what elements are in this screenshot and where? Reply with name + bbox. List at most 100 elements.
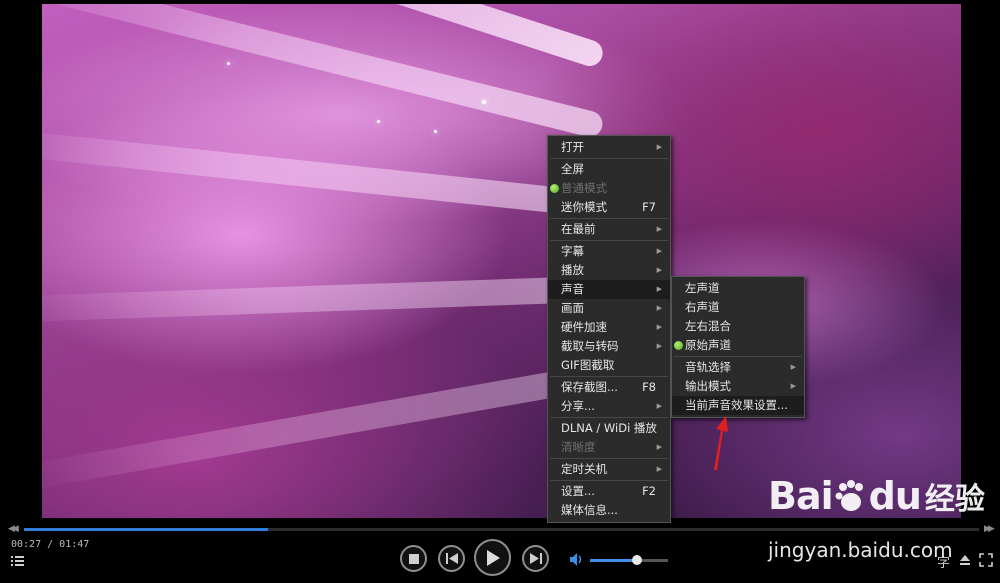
sound-menu-item-左声道[interactable]: 左声道 — [672, 279, 804, 298]
submenu-arrow-icon: ▶ — [656, 342, 662, 350]
submenu-arrow-icon: ▶ — [656, 402, 662, 410]
submenu-arrow-icon: ▶ — [790, 363, 796, 371]
menu-item-dlna-widi-播放[interactable]: DLNA / WiDi 播放 — [548, 419, 670, 438]
sound-menu-item-输出模式[interactable]: 输出模式 ▶ — [672, 377, 804, 396]
submenu-arrow-icon: ▶ — [656, 304, 662, 312]
sound-menu-item-右声道[interactable]: 右声道 — [672, 298, 804, 317]
volume-slider[interactable] — [590, 555, 668, 565]
submenu-arrow-icon: ▶ — [790, 382, 796, 390]
menu-item-播放[interactable]: 播放 ▶ — [548, 261, 670, 280]
progress-fill — [24, 528, 268, 531]
current-time: 00:27 — [11, 539, 42, 550]
menu-item-gif图截取[interactable]: GIF图截取 — [548, 356, 670, 375]
menu-item-label: GIF图截取 — [561, 358, 615, 372]
menu-separator — [550, 158, 668, 159]
menu-separator — [550, 417, 668, 418]
star — [482, 100, 486, 104]
menu-item-定时关机[interactable]: 定时关机 ▶ — [548, 460, 670, 479]
sound-menu-item-原始声道[interactable]: 原始声道 — [672, 336, 804, 355]
menu-item-label: 打开 — [561, 140, 584, 154]
light-ray — [42, 127, 624, 220]
volume-icon[interactable] — [570, 553, 584, 566]
menu-item-label: 字幕 — [561, 244, 584, 258]
menu-item-label: 保存截图... — [561, 380, 618, 394]
eject-icon[interactable] — [959, 554, 971, 566]
previous-icon — [445, 553, 458, 564]
menu-item-截取与转码[interactable]: 截取与转码 ▶ — [548, 337, 670, 356]
stop-icon — [408, 553, 419, 564]
menu-item-label: 分享... — [561, 399, 595, 413]
submenu-arrow-icon: ▶ — [656, 143, 662, 151]
stop-button[interactable] — [400, 545, 427, 572]
menu-item-字幕[interactable]: 字幕 ▶ — [548, 242, 670, 261]
checked-dot-icon — [550, 184, 559, 193]
submenu-arrow-icon: ▶ — [656, 285, 662, 293]
submenu-arrow-icon: ▶ — [656, 225, 662, 233]
menu-item-shortcut: F2 — [642, 484, 656, 498]
volume-fill — [590, 559, 637, 562]
video-area[interactable] — [42, 4, 961, 518]
menu-item-label: 播放 — [561, 263, 584, 277]
time-separator: / — [41, 539, 60, 550]
progress-row: ◀◀ ▶▶ — [0, 522, 1000, 536]
menu-item-媒体信息[interactable]: 媒体信息... — [548, 501, 670, 520]
menu-separator — [550, 218, 668, 219]
menu-item-清晰度: 清晰度 ▶ — [548, 438, 670, 457]
submenu-arrow-icon: ▶ — [656, 465, 662, 473]
menu-item-label: 迷你模式 — [561, 200, 607, 214]
menu-item-保存截图[interactable]: 保存截图... F8 — [548, 378, 670, 397]
menu-item-label: 截取与转码 — [561, 339, 619, 353]
menu-item-迷你模式[interactable]: 迷你模式 F7 — [548, 198, 670, 217]
seek-forward-icon[interactable]: ▶▶ — [984, 524, 995, 534]
menu-item-label: 普通模式 — [561, 181, 607, 195]
menu-item-label: 清晰度 — [561, 440, 596, 454]
star — [377, 120, 380, 123]
submenu-arrow-icon: ▶ — [656, 443, 662, 451]
next-button[interactable] — [522, 545, 549, 572]
seek-back-icon[interactable]: ◀◀ — [8, 524, 19, 534]
previous-button[interactable] — [438, 545, 465, 572]
menu-item-声音[interactable]: 声音 ▶ — [548, 280, 670, 299]
playlist-icon[interactable] — [10, 553, 26, 569]
menu-item-label: 左右混合 — [685, 319, 731, 333]
menu-separator — [674, 356, 802, 357]
menu-item-画面[interactable]: 画面 ▶ — [548, 299, 670, 318]
next-icon — [529, 553, 542, 564]
menu-item-shortcut: F7 — [642, 200, 656, 214]
progress-bar[interactable] — [24, 528, 979, 531]
menu-item-设置[interactable]: 设置... F2 — [548, 482, 670, 501]
menu-item-分享[interactable]: 分享... ▶ — [548, 397, 670, 416]
menu-item-全屏[interactable]: 全屏 — [548, 160, 670, 179]
sound-menu-item-音轨选择[interactable]: 音轨选择 ▶ — [672, 358, 804, 377]
menu-item-label: 在最前 — [561, 222, 596, 236]
submenu-arrow-icon: ▶ — [656, 247, 662, 255]
sound-submenu: 左声道 右声道 左右混合 原始声道 音轨选择 ▶ 输出模式 ▶ 当前声音效果设置... — [671, 276, 805, 418]
menu-item-label: 输出模式 — [685, 379, 731, 393]
menu-separator — [550, 376, 668, 377]
annotation-arrow-icon — [714, 416, 728, 470]
menu-item-label: 全屏 — [561, 162, 584, 176]
menu-item-label: DLNA / WiDi 播放 — [561, 421, 657, 435]
watermark-url: jingyan.baidu.com — [768, 538, 953, 562]
menu-item-shortcut: F8 — [642, 380, 656, 394]
menu-item-打开[interactable]: 打开 ▶ — [548, 138, 670, 157]
submenu-arrow-icon: ▶ — [656, 323, 662, 331]
sound-menu-item-当前声音效果设置[interactable]: 当前声音效果设置... — [672, 396, 804, 415]
star — [227, 62, 230, 65]
menu-item-在最前[interactable]: 在最前 ▶ — [548, 220, 670, 239]
menu-item-label: 定时关机 — [561, 462, 607, 476]
menu-item-label: 画面 — [561, 301, 584, 315]
volume-knob[interactable] — [631, 555, 642, 565]
menu-item-label: 当前声音效果设置... — [685, 398, 788, 412]
menu-separator — [550, 458, 668, 459]
menu-item-label: 硬件加速 — [561, 320, 607, 334]
context-menu: 打开 ▶ 全屏 普通模式 迷你模式 F7 在最前 ▶ 字幕 ▶ 播放 ▶ 声音 ▶ 画面 ▶ 硬件加速 ▶ 截取与转… — [547, 135, 671, 523]
menu-item-label: 左声道 — [685, 281, 720, 295]
menu-item-硬件加速[interactable]: 硬件加速 ▶ — [548, 318, 670, 337]
menu-item-label: 媒体信息... — [561, 503, 618, 517]
play-button[interactable] — [474, 539, 511, 576]
sound-menu-item-左右混合[interactable]: 左右混合 — [672, 317, 804, 336]
menu-separator — [550, 480, 668, 481]
fullscreen-icon[interactable] — [979, 553, 993, 567]
menu-item-label: 右声道 — [685, 300, 720, 314]
